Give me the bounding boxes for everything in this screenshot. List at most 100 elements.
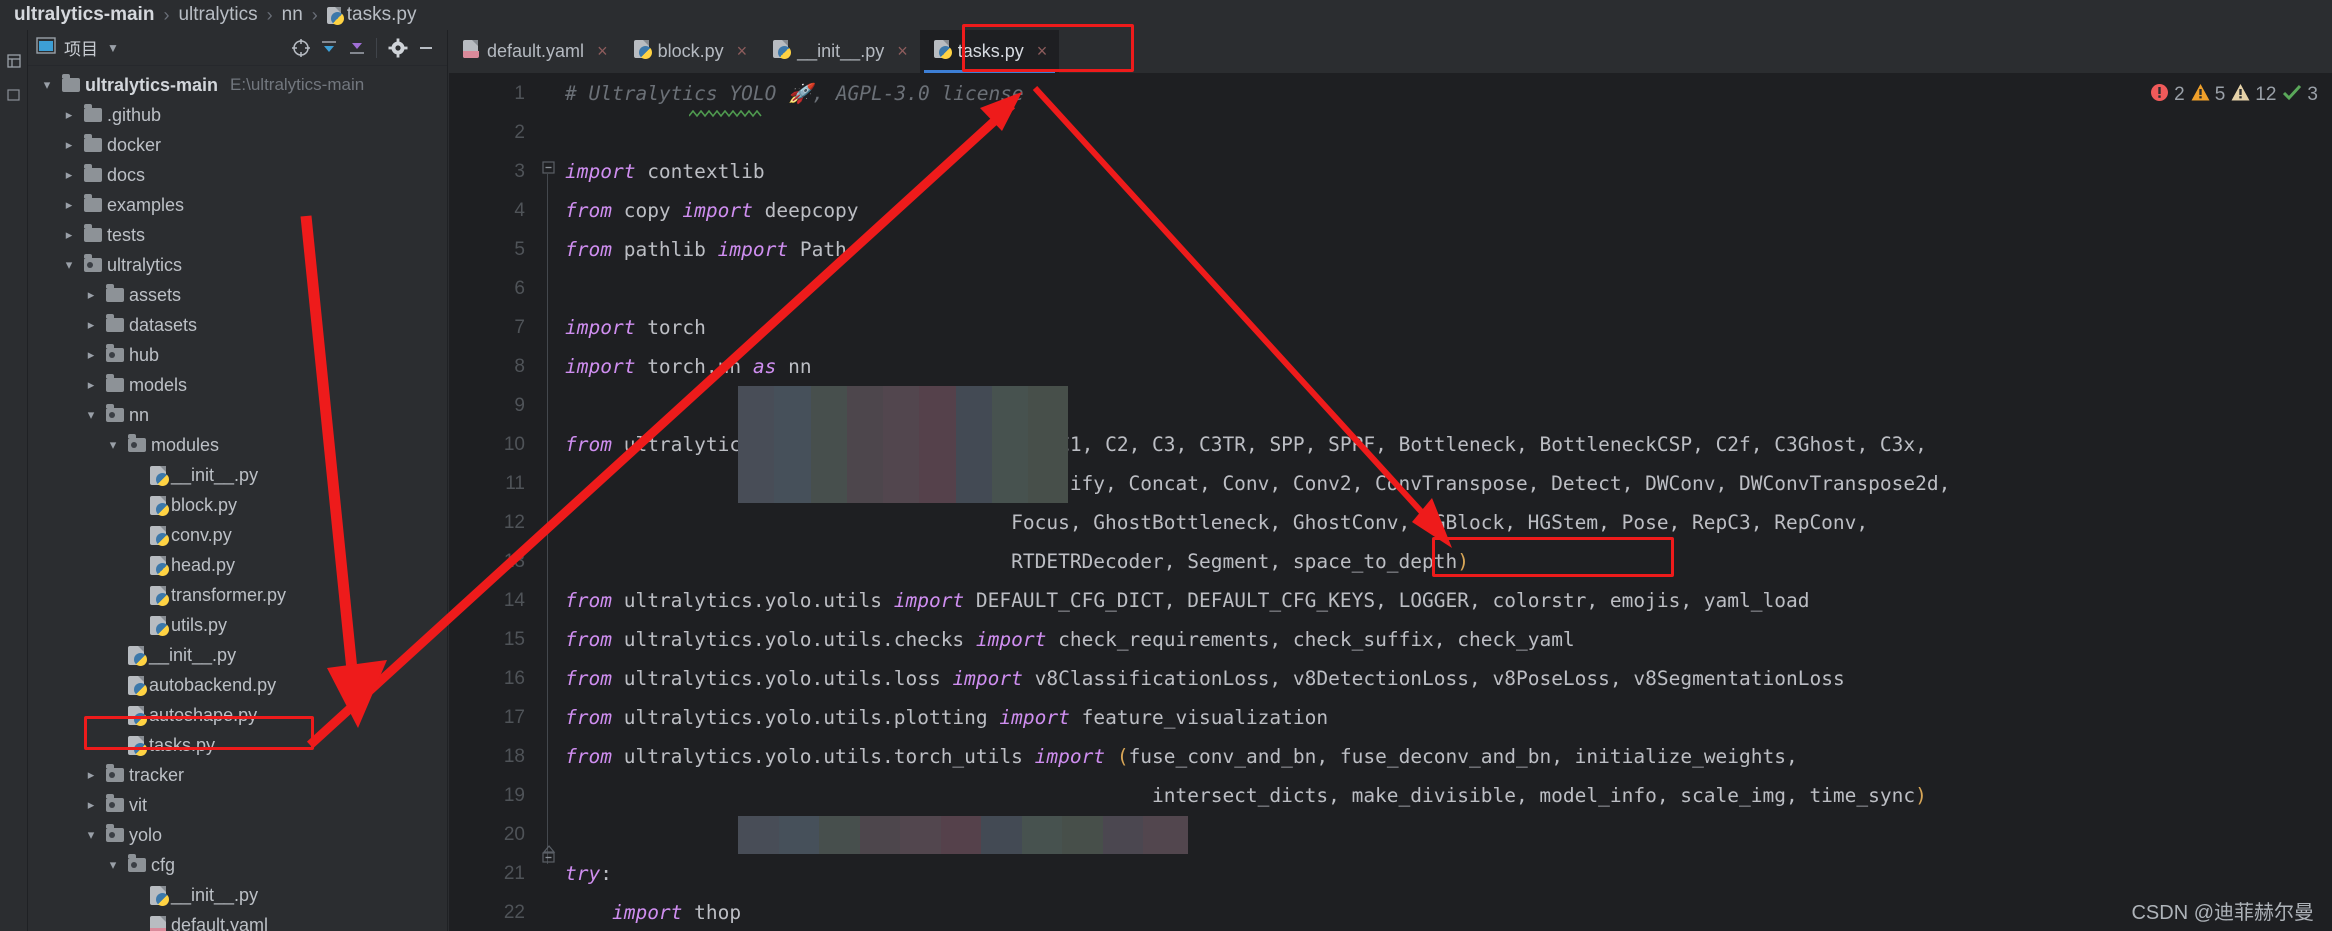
tree-item-head-py[interactable]: head.py: [28, 550, 447, 580]
breadcrumb-item-nn[interactable]: nn: [282, 4, 303, 26]
tree-item-docker[interactable]: ▸ docker: [28, 130, 447, 160]
chevron-right-icon[interactable]: ▸: [82, 347, 100, 363]
tree-item-ultralytics[interactable]: ▾ ultralytics: [28, 250, 447, 280]
tree-item-vit[interactable]: ▸ vit: [28, 790, 447, 820]
breadcrumb-item-project[interactable]: ultralytics-main: [14, 4, 154, 26]
weak-warning-indicator[interactable]: 12: [2231, 83, 2276, 108]
editor-tab-default-yaml[interactable]: default.yaml ×: [449, 30, 620, 73]
tree-item-assets[interactable]: ▸ assets: [28, 280, 447, 310]
chevron-right-icon[interactable]: ▸: [60, 227, 78, 243]
chevron-right-icon[interactable]: ▸: [60, 137, 78, 153]
line-number: 2: [514, 122, 525, 143]
code-line[interactable]: from ultralytics.yolo.utils.plotting imp…: [565, 698, 2332, 737]
tree-item-transformer-py[interactable]: transformer.py: [28, 580, 447, 610]
folder-icon: [106, 284, 124, 302]
error-indicator[interactable]: 2: [2150, 83, 2185, 108]
chevron-right-icon[interactable]: ▸: [60, 107, 78, 123]
inspection-widget[interactable]: 2 5 12 3: [2150, 82, 2318, 108]
tree-item--init-py[interactable]: __init__.py: [28, 640, 447, 670]
tree-item-hub[interactable]: ▸ hub: [28, 340, 447, 370]
close-icon[interactable]: ×: [737, 41, 748, 62]
tree-item-docs[interactable]: ▸ docs: [28, 160, 447, 190]
editor-tab--init-py[interactable]: __init__.py ×: [759, 30, 920, 73]
rail-structure-icon[interactable]: [0, 78, 28, 112]
close-icon[interactable]: ×: [597, 41, 608, 62]
tree-item-models[interactable]: ▸ models: [28, 370, 447, 400]
tree-item-conv-py[interactable]: conv.py: [28, 520, 447, 550]
tree-item-autoshape-py[interactable]: autoshape.py: [28, 700, 447, 730]
code-line[interactable]: import torch.nn as nn: [565, 347, 2332, 386]
fold-marker-icon[interactable]: [541, 160, 557, 176]
chevron-down-icon[interactable]: ▾: [38, 77, 56, 93]
chevron-down-icon[interactable]: ▼: [100, 35, 126, 61]
tree-item-autobackend-py[interactable]: autobackend.py: [28, 670, 447, 700]
chevron-down-icon[interactable]: ▾: [60, 257, 78, 273]
tree-item-ultralytics-main[interactable]: ▾ ultralytics-main E:\ultralytics-main: [28, 70, 447, 100]
tree-item-yolo[interactable]: ▾ yolo: [28, 820, 447, 850]
chevron-right-icon[interactable]: ▸: [82, 317, 100, 333]
inspection-ok-indicator[interactable]: 3: [2282, 82, 2318, 108]
code-line[interactable]: from ultralytics.yolo.utils.loss import …: [565, 659, 2332, 698]
chevron-down-icon[interactable]: ▾: [104, 857, 122, 873]
code-line[interactable]: from ultralytics.yolo.utils.checks impor…: [565, 620, 2332, 659]
code-line[interactable]: [565, 269, 2332, 308]
code-line[interactable]: import thop: [565, 893, 2332, 931]
tree-item-block-py[interactable]: block.py: [28, 490, 447, 520]
code-token: feature_visualization: [1069, 706, 1329, 729]
tree-item-default-yaml[interactable]: default.yaml: [28, 910, 447, 931]
code-line[interactable]: from ultralytics.yolo.utils.torch_utils …: [565, 737, 2332, 776]
chevron-right-icon[interactable]: ▸: [82, 767, 100, 783]
chevron-right-icon[interactable]: ▸: [82, 287, 100, 303]
settings-gear-icon[interactable]: [385, 35, 411, 61]
tree-item-cfg[interactable]: ▾ cfg: [28, 850, 447, 880]
fold-gutter[interactable]: [539, 74, 565, 931]
tree-item--init-py[interactable]: __init__.py: [28, 880, 447, 910]
breadcrumb-item-ultralytics[interactable]: ultralytics: [178, 4, 257, 26]
rail-project-icon[interactable]: [0, 44, 28, 78]
chevron-right-icon[interactable]: ▸: [60, 197, 78, 213]
code-line[interactable]: intersect_dicts, make_divisible, model_i…: [565, 776, 2332, 815]
tree-item-utils-py[interactable]: utils.py: [28, 610, 447, 640]
breadcrumb-item-file[interactable]: tasks.py: [326, 4, 416, 26]
editor-tab-block-py[interactable]: block.py ×: [620, 30, 760, 73]
code-token: v8ClassificationLoss, v8DetectionLoss, v…: [1022, 667, 1845, 690]
tree-item-examples[interactable]: ▸ examples: [28, 190, 447, 220]
fold-end-marker-icon[interactable]: [541, 844, 557, 864]
chevron-right-icon[interactable]: ▸: [82, 797, 100, 813]
tree-item-tasks-py[interactable]: tasks.py: [28, 730, 447, 760]
tree-item-datasets[interactable]: ▸ datasets: [28, 310, 447, 340]
code-line[interactable]: [565, 113, 2332, 152]
expand-all-icon[interactable]: [316, 35, 342, 61]
folder-icon: [84, 194, 102, 212]
chevron-right-icon[interactable]: ▸: [60, 167, 78, 183]
tree-item-nn[interactable]: ▾ nn: [28, 400, 447, 430]
close-icon[interactable]: ×: [897, 41, 908, 62]
hide-panel-icon[interactable]: [413, 35, 439, 61]
tree-item-tests[interactable]: ▸ tests: [28, 220, 447, 250]
chevron-down-icon[interactable]: ▾: [82, 827, 100, 843]
code-line[interactable]: from pathlib import Path: [565, 230, 2332, 269]
code-line[interactable]: RTDETRDecoder, Segment, space_to_depth): [565, 542, 2332, 581]
code-line[interactable]: from copy import deepcopy: [565, 191, 2332, 230]
tree-item--init-py[interactable]: __init__.py: [28, 460, 447, 490]
code-line[interactable]: Focus, GhostBottleneck, GhostConv, HGBlo…: [565, 503, 2332, 542]
code-line[interactable]: import torch: [565, 308, 2332, 347]
warning-indicator[interactable]: 5: [2191, 83, 2225, 108]
python-file-icon: [150, 465, 169, 486]
code-line[interactable]: from ultralytics.yolo.utils import DEFAU…: [565, 581, 2332, 620]
tree-item--github[interactable]: ▸ .github: [28, 100, 447, 130]
code-line[interactable]: import contextlib: [565, 152, 2332, 191]
editor-tab-tasks-py[interactable]: tasks.py ×: [919, 30, 1060, 73]
chevron-right-icon[interactable]: ▸: [82, 377, 100, 393]
code-line[interactable]: try:: [565, 854, 2332, 893]
code-token: copy: [611, 199, 683, 222]
chevron-down-icon[interactable]: ▾: [104, 437, 122, 453]
chevron-down-icon[interactable]: ▾: [82, 407, 100, 423]
close-icon[interactable]: ×: [1037, 41, 1048, 62]
locate-icon[interactable]: [288, 35, 314, 61]
tree-item-tracker[interactable]: ▸ tracker: [28, 760, 447, 790]
editor-body[interactable]: 1 2 3 4 5 6 7 8 9 10 11 12 13 14 15 16 17 18 19 20 21 22 # Ul…: [449, 74, 2332, 931]
tree-item-modules[interactable]: ▾ modules: [28, 430, 447, 460]
collapse-all-icon[interactable]: [344, 35, 370, 61]
code-line[interactable]: # Ultralytics YOLO 🚀, AGPL-3.0 license: [565, 74, 2332, 113]
